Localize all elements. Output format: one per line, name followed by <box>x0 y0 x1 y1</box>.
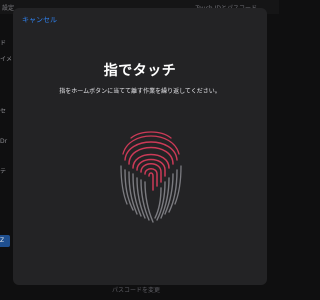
sidebar-item[interactable]: ド <box>0 38 6 47</box>
sidebar-item[interactable]: Dr <box>0 138 7 145</box>
sidebar-item[interactable]: セ <box>0 106 6 115</box>
sidebar-item[interactable]: Z <box>0 237 4 244</box>
settings-back-label[interactable]: 設定 <box>2 3 14 12</box>
instruction-text: 指をホームボタンに当てて離す作業を繰り返してください。 <box>59 88 221 95</box>
change-passcode-link[interactable]: パスコードを変更 <box>112 285 160 294</box>
cancel-button[interactable]: キャンセル <box>22 15 57 25</box>
sidebar-item[interactable]: イメ <box>0 54 12 63</box>
touch-id-sheet: キャンセル 指でタッチ 指をホームボタンに当てて離す作業を繰り返してください。 <box>13 8 267 285</box>
fingerprint-icon <box>120 131 182 223</box>
sidebar-item[interactable]: テ <box>0 166 6 175</box>
sheet-title: 指でタッチ <box>103 63 177 79</box>
